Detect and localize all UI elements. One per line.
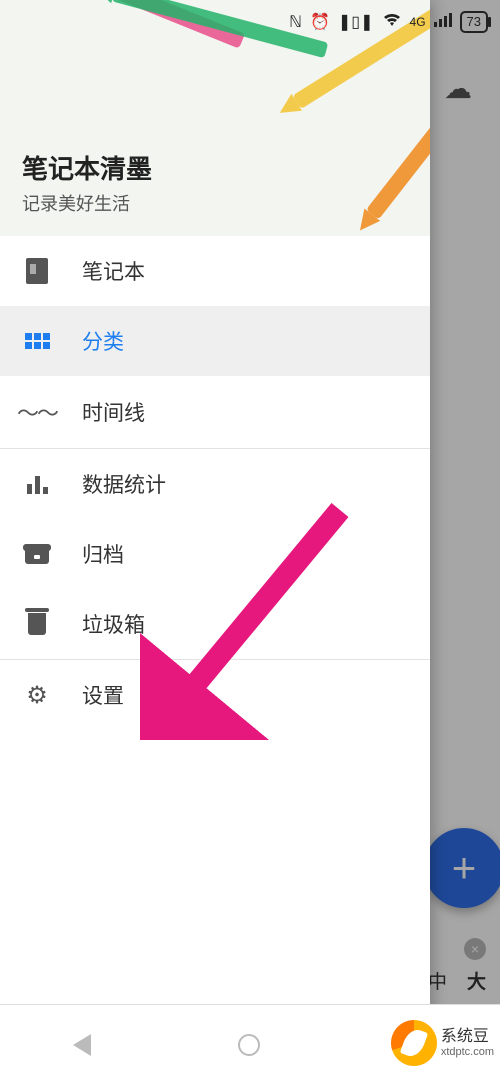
notebook-icon [22, 258, 52, 284]
menu-label: 垃圾箱 [82, 609, 145, 639]
stats-icon [22, 474, 52, 494]
timeline-icon: 〜〜 [22, 396, 52, 428]
menu-label: 设置 [82, 680, 124, 710]
watermark-logo-icon [391, 1020, 437, 1066]
menu-item-notebook[interactable]: 笔记本 [0, 236, 430, 306]
menu-label: 归档 [82, 539, 124, 569]
menu-label: 笔记本 [82, 256, 145, 286]
menu-item-stats[interactable]: 数据统计 [0, 449, 430, 519]
app-subtitle: 记录美好生活 [22, 190, 152, 216]
watermark-url: xtdptc.com [441, 1046, 494, 1058]
vibrate-icon: ❚▯❚ [338, 12, 374, 32]
menu-item-category[interactable]: 分类 [0, 306, 430, 376]
nav-drawer: 笔记本清墨 记录美好生活 笔记本 分类 〜〜 时间线 [0, 0, 430, 1084]
watermark: 系统豆 xtdptc.com [391, 1020, 494, 1066]
alarm-icon: ⏰ [310, 12, 330, 32]
signal-icon [434, 13, 452, 32]
menu-label: 数据统计 [82, 469, 166, 499]
status-bar: ℕ ⏰ ❚▯❚ 4G 73 [0, 0, 500, 44]
wifi-icon [382, 12, 402, 33]
menu-item-trash[interactable]: 垃圾箱 [0, 589, 430, 659]
drawer-menu: 笔记本 分类 〜〜 时间线 数据统计 归档 [0, 236, 430, 1084]
nav-back-icon[interactable] [73, 1034, 91, 1056]
menu-label: 时间线 [82, 397, 145, 427]
menu-item-archive[interactable]: 归档 [0, 519, 430, 589]
battery-indicator: 73 [460, 11, 488, 33]
trash-icon [22, 613, 52, 635]
watermark-name: 系统豆 [441, 1028, 494, 1046]
app-title: 笔记本清墨 [22, 149, 152, 186]
grid-icon [22, 333, 52, 349]
menu-item-settings[interactable]: ⚙ 设置 [0, 660, 430, 730]
nfc-icon: ℕ [289, 12, 302, 32]
menu-label: 分类 [82, 326, 124, 356]
phone-screen: ☁ + 体过小 × 中 大 笔记本清墨 记录美好生活 [0, 0, 500, 1084]
nav-home-icon[interactable] [238, 1034, 260, 1056]
gear-icon: ⚙ [22, 681, 52, 710]
network-label: 4G [410, 16, 426, 28]
menu-item-timeline[interactable]: 〜〜 时间线 [0, 376, 430, 448]
archive-icon [22, 544, 52, 564]
